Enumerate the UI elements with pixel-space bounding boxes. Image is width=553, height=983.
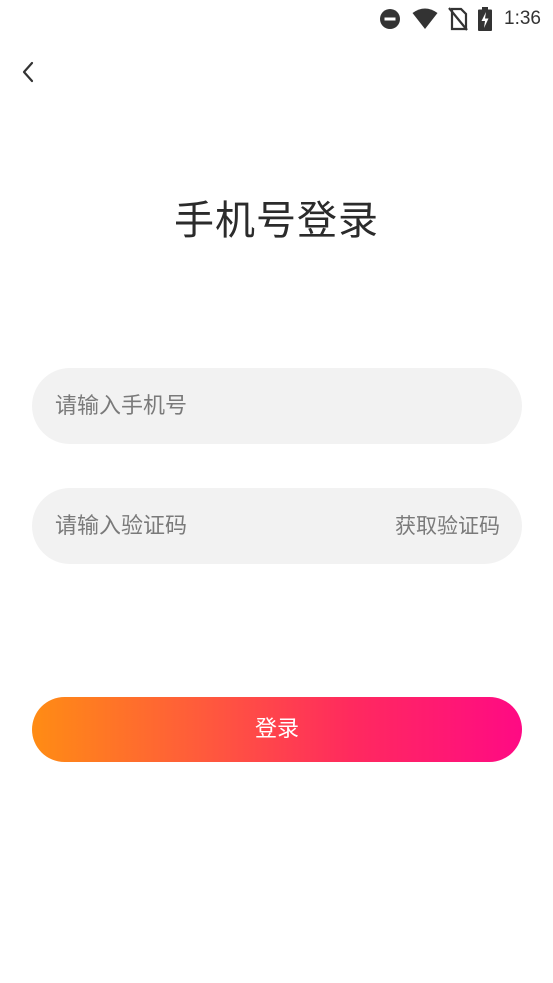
code-field: 获取验证码 [32,488,522,564]
phone-field [32,368,522,444]
login-button[interactable]: 登录 [32,697,522,762]
chevron-left-icon [20,60,36,88]
phone-input[interactable] [55,368,495,444]
get-code-button[interactable]: 获取验证码 [395,488,500,564]
do-not-disturb-icon [378,7,402,31]
back-button[interactable] [10,56,46,92]
battery-charging-icon [478,7,493,31]
no-sim-icon [448,7,468,31]
status-icons: 1:36 [378,6,541,32]
page-title: 手机号登录 [174,198,379,244]
wifi-icon [412,8,438,30]
status-bar: 1:36 [0,0,553,38]
verification-code-input[interactable] [55,488,355,564]
status-time: 1:36 [504,8,541,29]
